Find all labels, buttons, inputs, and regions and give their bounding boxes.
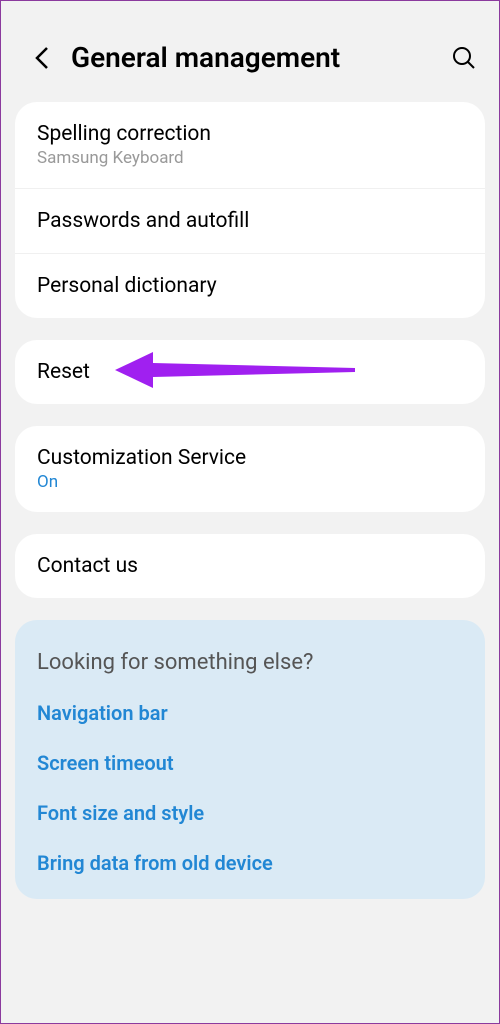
search-icon[interactable] (449, 43, 479, 73)
setting-title: Passwords and autofill (37, 209, 463, 233)
related-settings-card: Looking for something else? Navigation b… (15, 620, 485, 899)
settings-group-customization: Customization Service On (15, 426, 485, 512)
setting-status: On (37, 472, 463, 492)
header: General management (1, 1, 499, 102)
setting-customization-service[interactable]: Customization Service On (15, 426, 485, 512)
setting-passwords-autofill[interactable]: Passwords and autofill (15, 189, 485, 254)
page-title: General management (71, 41, 449, 74)
related-heading: Looking for something else? (37, 650, 463, 675)
link-font-size-style[interactable]: Font size and style (37, 801, 463, 825)
setting-title: Personal dictionary (37, 274, 463, 298)
setting-title: Contact us (37, 554, 463, 578)
settings-group-keyboard: Spelling correction Samsung Keyboard Pas… (15, 102, 485, 318)
link-screen-timeout[interactable]: Screen timeout (37, 751, 463, 775)
setting-title: Reset (37, 360, 463, 384)
setting-subtitle: Samsung Keyboard (37, 148, 463, 168)
setting-reset[interactable]: Reset (15, 340, 485, 404)
setting-personal-dictionary[interactable]: Personal dictionary (15, 254, 485, 318)
settings-group-reset: Reset (15, 340, 485, 404)
link-navigation-bar[interactable]: Navigation bar (37, 701, 463, 725)
link-bring-data[interactable]: Bring data from old device (37, 851, 463, 875)
back-icon[interactable] (27, 43, 57, 73)
setting-title: Spelling correction (37, 122, 463, 146)
setting-spelling-correction[interactable]: Spelling correction Samsung Keyboard (15, 102, 485, 189)
setting-title: Customization Service (37, 446, 463, 470)
setting-contact-us[interactable]: Contact us (15, 534, 485, 598)
settings-group-contact: Contact us (15, 534, 485, 598)
